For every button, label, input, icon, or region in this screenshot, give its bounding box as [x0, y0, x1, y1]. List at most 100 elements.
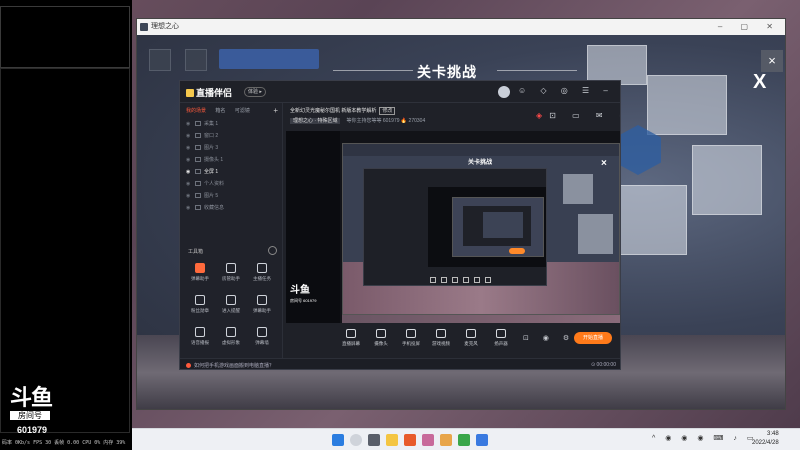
- category-badge[interactable]: 理想之心 · 特殊区域: [290, 118, 341, 124]
- douyu-logo: 斗鱼 房间号: [10, 388, 62, 426]
- game-titlebar[interactable]: 理想之心 – ▢ ✕: [137, 19, 785, 35]
- bg-tile: [647, 75, 727, 135]
- tool-medal[interactable]: 粉丝勋章: [186, 295, 214, 319]
- eye-icon[interactable]: ◉: [186, 155, 190, 165]
- speaker-icon: [496, 329, 506, 338]
- source-icon: [195, 181, 201, 186]
- app-icon-5[interactable]: [476, 434, 488, 446]
- gear-icon[interactable]: [268, 246, 277, 255]
- menu-button[interactable]: [185, 49, 207, 71]
- tool-admin[interactable]: 房管助手: [217, 263, 245, 287]
- eye-icon[interactable]: ◉: [186, 143, 190, 153]
- tab-filters[interactable]: 可滤镜: [235, 108, 250, 114]
- camera-icon: [376, 329, 386, 338]
- microphone-button[interactable]: 麦克风: [458, 329, 484, 347]
- preview-bottom-band: [342, 315, 620, 323]
- system-tray[interactable]: ^ ◉ ◉ ◉ ⌨ ♪ ▭: [652, 434, 758, 442]
- deep-preview-2: [463, 206, 531, 246]
- speaker-icon: [195, 327, 205, 337]
- tool-voice[interactable]: 语音播报: [186, 327, 214, 351]
- deep-preview: [452, 197, 544, 257]
- app-main: 全新幻灵光魔秘尔国机 新版本教学解析 修改 理想之心 · 特殊区域 等你主持您等等 …: [286, 103, 620, 358]
- app-logo-icon: [186, 89, 194, 97]
- tab-box[interactable]: 箱名: [215, 108, 225, 114]
- scene-item[interactable]: ◉ 图片 5: [184, 191, 279, 201]
- app-icon-2[interactable]: [422, 434, 434, 446]
- nested-close: ×: [601, 158, 607, 169]
- scene-item[interactable]: ◉ 图片 3: [184, 143, 279, 153]
- game-search-bar[interactable]: [219, 49, 319, 69]
- app-icon-1[interactable]: [404, 434, 416, 446]
- wall-icon: [257, 327, 267, 337]
- eye-icon[interactable]: ◉: [186, 179, 190, 189]
- top-close-button[interactable]: ×: [761, 50, 783, 72]
- start-icon[interactable]: [332, 434, 344, 446]
- live-meta: 理想之心 · 特殊区域 等你主持您等等 601979 🔥 270304: [290, 117, 425, 124]
- tool-enter-remind[interactable]: 进入提醒: [217, 295, 245, 319]
- tool-tasks[interactable]: 主播任务: [248, 263, 276, 287]
- nested-title: 关卡挑战: [468, 160, 493, 166]
- chat-icon: [195, 263, 205, 273]
- app-logo-text: 直播伴侣: [196, 88, 233, 98]
- add-scene-icon[interactable]: +: [273, 106, 278, 115]
- search-icon[interactable]: [350, 434, 362, 446]
- room-number: 601979: [17, 425, 48, 435]
- footer-tip[interactable]: 如何把手机游戏画面搬到电脑直播？: [186, 362, 274, 369]
- tool-danmu-wall[interactable]: 弹幕墙: [248, 327, 276, 351]
- tip-icon: [186, 363, 191, 368]
- task-view-icon[interactable]: [368, 434, 380, 446]
- app-icon-4[interactable]: [458, 434, 470, 446]
- nested-topbar: [343, 144, 619, 156]
- content-icons[interactable]: ◈⊡ ▭ ✉ ◔ ⚙: [536, 111, 620, 120]
- scene-item[interactable]: ◉ 收藏信息: [184, 203, 279, 213]
- speaker-button[interactable]: 扬声器: [488, 329, 514, 347]
- record-icons[interactable]: ⊡ ◉ ⚙: [523, 334, 575, 342]
- live-preview: 斗鱼 房间号 601979 关卡挑战 ×: [286, 131, 620, 323]
- app-footer: 如何把手机游戏画面搬到电脑直播？ ⊙ 00:00:00: [180, 358, 620, 369]
- scene-item[interactable]: ◉ 采集 1: [184, 119, 279, 129]
- version-badge[interactable]: 体验 ▸: [244, 87, 266, 97]
- phone-cast-button[interactable]: 手机投屏: [398, 329, 424, 347]
- edit-tag[interactable]: 修改: [379, 107, 396, 115]
- window-controls[interactable]: – ▢ ✕: [718, 19, 781, 35]
- source-icon: [195, 157, 201, 162]
- app-icon-3[interactable]: [440, 434, 452, 446]
- nested-tile: [563, 174, 593, 204]
- back-button[interactable]: [149, 49, 171, 71]
- scene-item[interactable]: ◉ 个人资料: [184, 179, 279, 189]
- header-icons[interactable]: ☺ ◇ ◎ ☰ – ▢ ✕: [518, 86, 620, 95]
- play-icon: [436, 329, 446, 338]
- eye-icon[interactable]: ◉: [186, 119, 190, 129]
- medal-icon: [195, 295, 205, 305]
- game-video-button[interactable]: 游戏视频: [428, 329, 454, 347]
- scene-item[interactable]: ◉ 摄像头 1: [184, 155, 279, 165]
- stream-companion-app[interactable]: 直播伴侣 体验 ▸ ☺ ◇ ◎ ☰ – ▢ ✕ 我的场景 箱名 可滤镜 + ◉采…: [179, 80, 621, 370]
- camera-button[interactable]: 摄像头: [368, 329, 394, 347]
- file-explorer-icon[interactable]: [386, 434, 398, 446]
- avatar[interactable]: [498, 86, 510, 98]
- eye-icon[interactable]: ◉: [186, 203, 190, 213]
- hot-count: 🔥 270304: [400, 118, 426, 124]
- source-icon: [195, 121, 201, 126]
- taskbar: ^ ◉ ◉ ◉ ⌨ ♪ ▭ 3:48 2022/4/28: [132, 428, 800, 450]
- tool-danmu[interactable]: 弹幕助手: [186, 263, 214, 287]
- dialog-close-button[interactable]: X: [753, 71, 766, 94]
- scene-item[interactable]: ◉ 窗口 2: [184, 131, 279, 141]
- nested-tile: [578, 214, 613, 254]
- start-live-button[interactable]: 开始直播: [574, 332, 612, 344]
- source-icon: [195, 133, 201, 138]
- stream-overlay-panel: 斗鱼 房间号 601979 码率 0Kb/s FPS 30 丢帧 0.00 CP…: [0, 0, 132, 450]
- eye-icon[interactable]: ◉: [186, 167, 190, 177]
- tab-my-scenes[interactable]: 我的场景: [186, 108, 206, 114]
- source-icon: [195, 205, 201, 210]
- eye-icon[interactable]: ◉: [186, 191, 190, 201]
- clock[interactable]: 3:48 2022/4/28: [752, 430, 779, 448]
- tool-danmu-2[interactable]: 弹幕助手: [248, 295, 276, 319]
- tool-avatar[interactable]: 虚拟形象: [217, 327, 245, 351]
- nested-preview: 关卡挑战 ×: [342, 143, 620, 315]
- preview-watermark: 斗鱼 房间号 601979: [290, 285, 317, 304]
- screen-capture-button[interactable]: 直播屏幕: [338, 329, 364, 347]
- nested-start-button: [509, 248, 525, 254]
- scene-item-active[interactable]: ◉ 全屏 1: [184, 167, 279, 177]
- eye-icon[interactable]: ◉: [186, 131, 190, 141]
